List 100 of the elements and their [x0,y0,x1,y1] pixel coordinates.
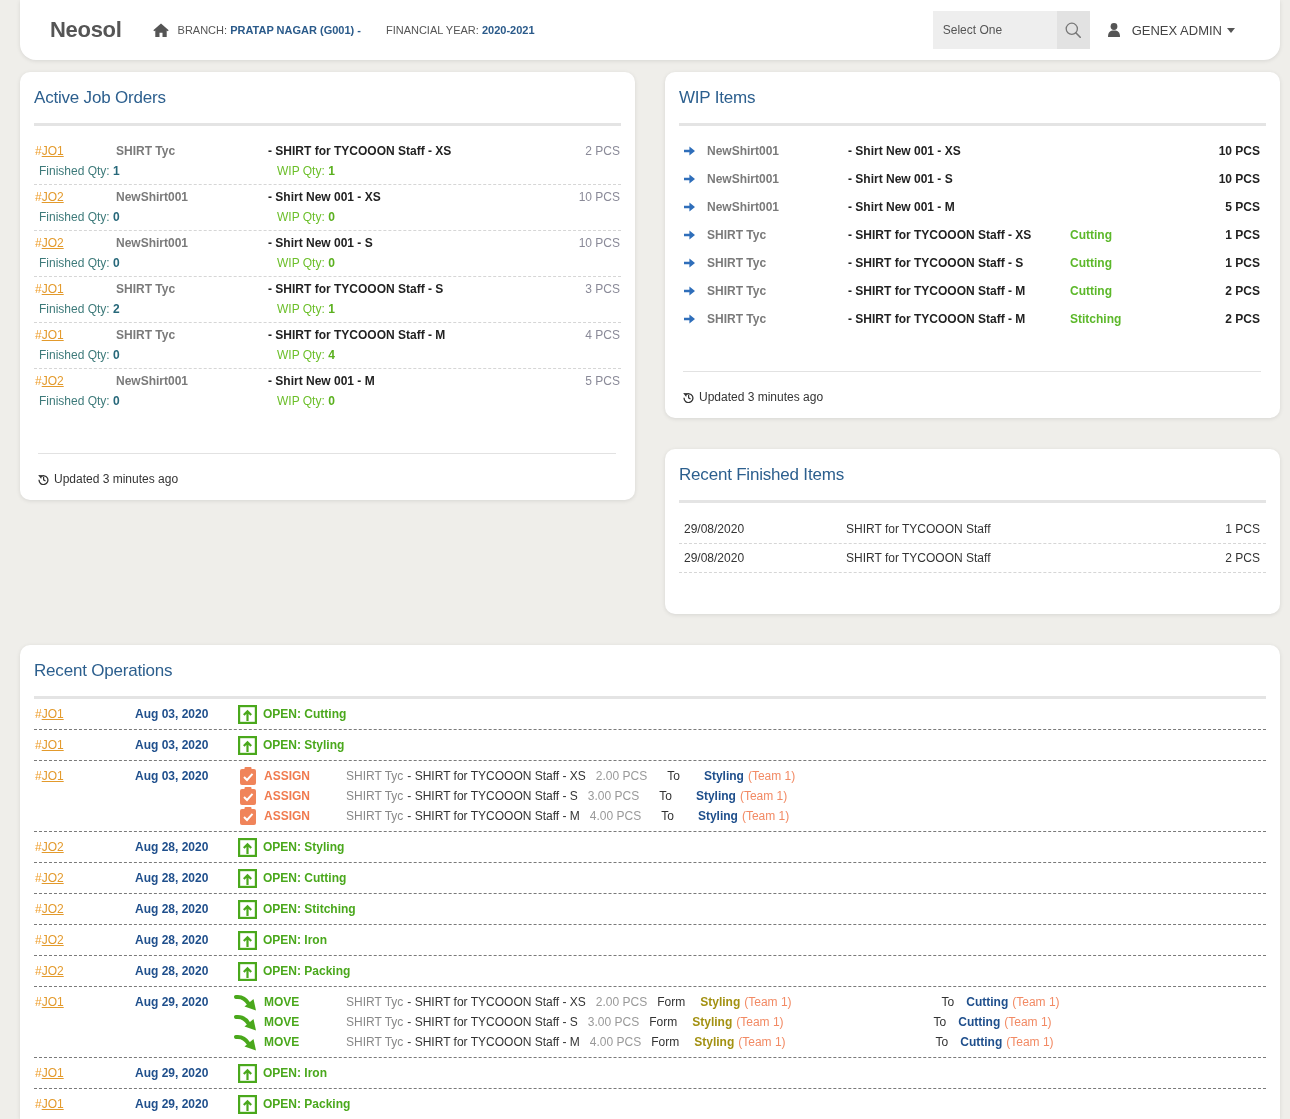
quantity: 3.00 PCS [587,788,640,805]
operation-date: Aug 29, 2020 [135,994,209,1011]
wip-qty: WIP Qty: 1 [277,163,335,180]
job-order-link[interactable]: #JO1 [35,704,64,724]
arrow-right-icon [684,258,695,268]
arrow-right-icon [684,314,695,324]
quantity: 2 PCS [1225,283,1260,300]
box-arrow-up-icon [238,930,257,950]
wip-qty: WIP Qty: 1 [277,301,335,318]
arrow-right-icon [684,202,695,212]
arrow-right-icon [684,174,695,184]
item-description: - SHIRT for TYCOOON Staff - S [848,255,1024,272]
item-description: - SHIRT for TYCOOON Staff - XS [848,227,1032,244]
wip-qty: WIP Qty: 0 [277,209,335,226]
item-description: - Shirt New 001 - XS [848,143,961,160]
item-name: SHIRT Tyc [707,311,767,328]
job-order-link[interactable]: #JO1 [35,735,64,755]
stage-name: Styling [694,1034,735,1051]
item-name: NewShirt001 [707,199,780,216]
quantity: 5 PCS [585,373,620,390]
user-icon [1107,23,1120,37]
item-name: SHIRT for TYCOOON Staff [846,521,991,538]
item-name: SHIRT Tyc [707,283,767,300]
search-button[interactable] [1056,11,1090,49]
item-description: - SHIRT for TYCOOON Staff - XS [268,143,452,160]
item-description: - SHIRT for TYCOOON Staff - M [407,1034,580,1051]
operation-date: Aug 28, 2020 [135,932,209,949]
job-order-link[interactable]: #JO1 [35,1094,64,1114]
operation-action: OPEN: Packing [263,1096,351,1113]
job-order-link[interactable]: #JO2 [35,961,64,981]
quantity: 2 PCS [585,143,620,160]
job-order-link[interactable]: #JO2 [35,233,64,253]
wip-qty: WIP Qty: 0 [277,393,335,410]
clipboard-check-icon [240,807,256,825]
panel-title: Active Job Orders [34,87,166,109]
quantity: 1 PCS [1225,255,1260,272]
updated-time: Updated 3 minutes ago [699,389,824,405]
item-name: SHIRT Tyc [346,788,404,805]
finished-date: 29/08/2020 [684,550,745,567]
team-name: (Team 1) [736,1014,784,1031]
job-order-link[interactable]: #JO2 [35,930,64,950]
stage-name: Styling [703,768,744,785]
to-label: To [661,808,674,825]
quantity: 10 PCS [578,189,620,206]
job-order-link[interactable]: #JO1 [35,141,64,161]
stage-status: Cutting [1070,283,1112,300]
logo: Neosol [50,17,122,43]
quantity: 1 PCS [1225,521,1260,538]
to-label: To [933,1014,947,1031]
operation-date: Aug 03, 2020 [135,768,209,785]
job-order-link[interactable]: #JO1 [35,766,64,786]
quantity: 4.00 PCS [589,1034,642,1051]
team-name: (Team 1) [1012,994,1060,1011]
box-arrow-up-icon [238,868,257,888]
arrow-right-icon [684,286,695,296]
team-name: (Team 1) [739,788,788,805]
operation-date: Aug 28, 2020 [135,901,209,918]
job-order-link[interactable]: #JO2 [35,187,64,207]
item-description: - Shirt New 001 - M [848,199,955,216]
item-description: - SHIRT for TYCOOON Staff - S [407,788,578,805]
job-order-link[interactable]: #JO2 [35,899,64,919]
item-description: - SHIRT for TYCOOON Staff - S [407,1014,578,1031]
box-arrow-up-icon [238,899,257,919]
operation-date: Aug 29, 2020 [135,1096,209,1113]
finished-qty: Finished Qty: 1 [38,163,120,180]
stage-name: Styling [692,1014,733,1031]
operation-action: OPEN: Stitching [263,901,356,918]
operation-action: ASSIGN [264,808,311,825]
quantity: 2.00 PCS [595,994,648,1011]
job-order-link[interactable]: #JO1 [35,992,64,1012]
job-order-link[interactable]: #JO2 [35,868,64,888]
history-icon [38,473,49,485]
item-description: - SHIRT for TYCOOON Staff - XS [407,994,586,1011]
box-arrow-up-icon [238,1063,257,1083]
job-order-link[interactable]: #JO1 [35,325,64,345]
stage-name: Cutting [966,994,1009,1011]
user-menu-button[interactable]: GENEX ADMIN [1107,22,1235,38]
job-order-link[interactable]: #JO2 [35,371,64,391]
item-name: SHIRT Tyc [346,808,404,825]
box-arrow-up-icon [238,735,257,755]
job-order-link[interactable]: #JO2 [35,837,64,857]
quantity: 10 PCS [1218,143,1260,160]
operation-date: Aug 28, 2020 [135,839,209,856]
operation-date: Aug 28, 2020 [135,963,209,980]
item-name: SHIRT for TYCOOON Staff [846,550,991,567]
team-name: (Team 1) [741,808,790,825]
job-order-link[interactable]: #JO1 [35,279,64,299]
updated-time: Updated 3 minutes ago [54,471,179,487]
operation-action: OPEN: Styling [263,839,345,856]
select-field[interactable]: Select One [932,11,1057,49]
wip-qty: WIP Qty: 0 [277,255,335,272]
job-order-link[interactable]: #JO1 [35,1063,64,1083]
branch-info: BRANCH: PRATAP NAGAR (G001) - [177,24,361,36]
operation-action: MOVE [264,1014,301,1031]
stage-status: Cutting [1070,227,1112,244]
item-name: NewShirt001 [116,373,189,390]
item-name: SHIRT Tyc [346,1014,404,1031]
arrow-right-icon [684,230,695,240]
stage-name: Styling [695,788,736,805]
operation-date: Aug 29, 2020 [135,1065,209,1082]
